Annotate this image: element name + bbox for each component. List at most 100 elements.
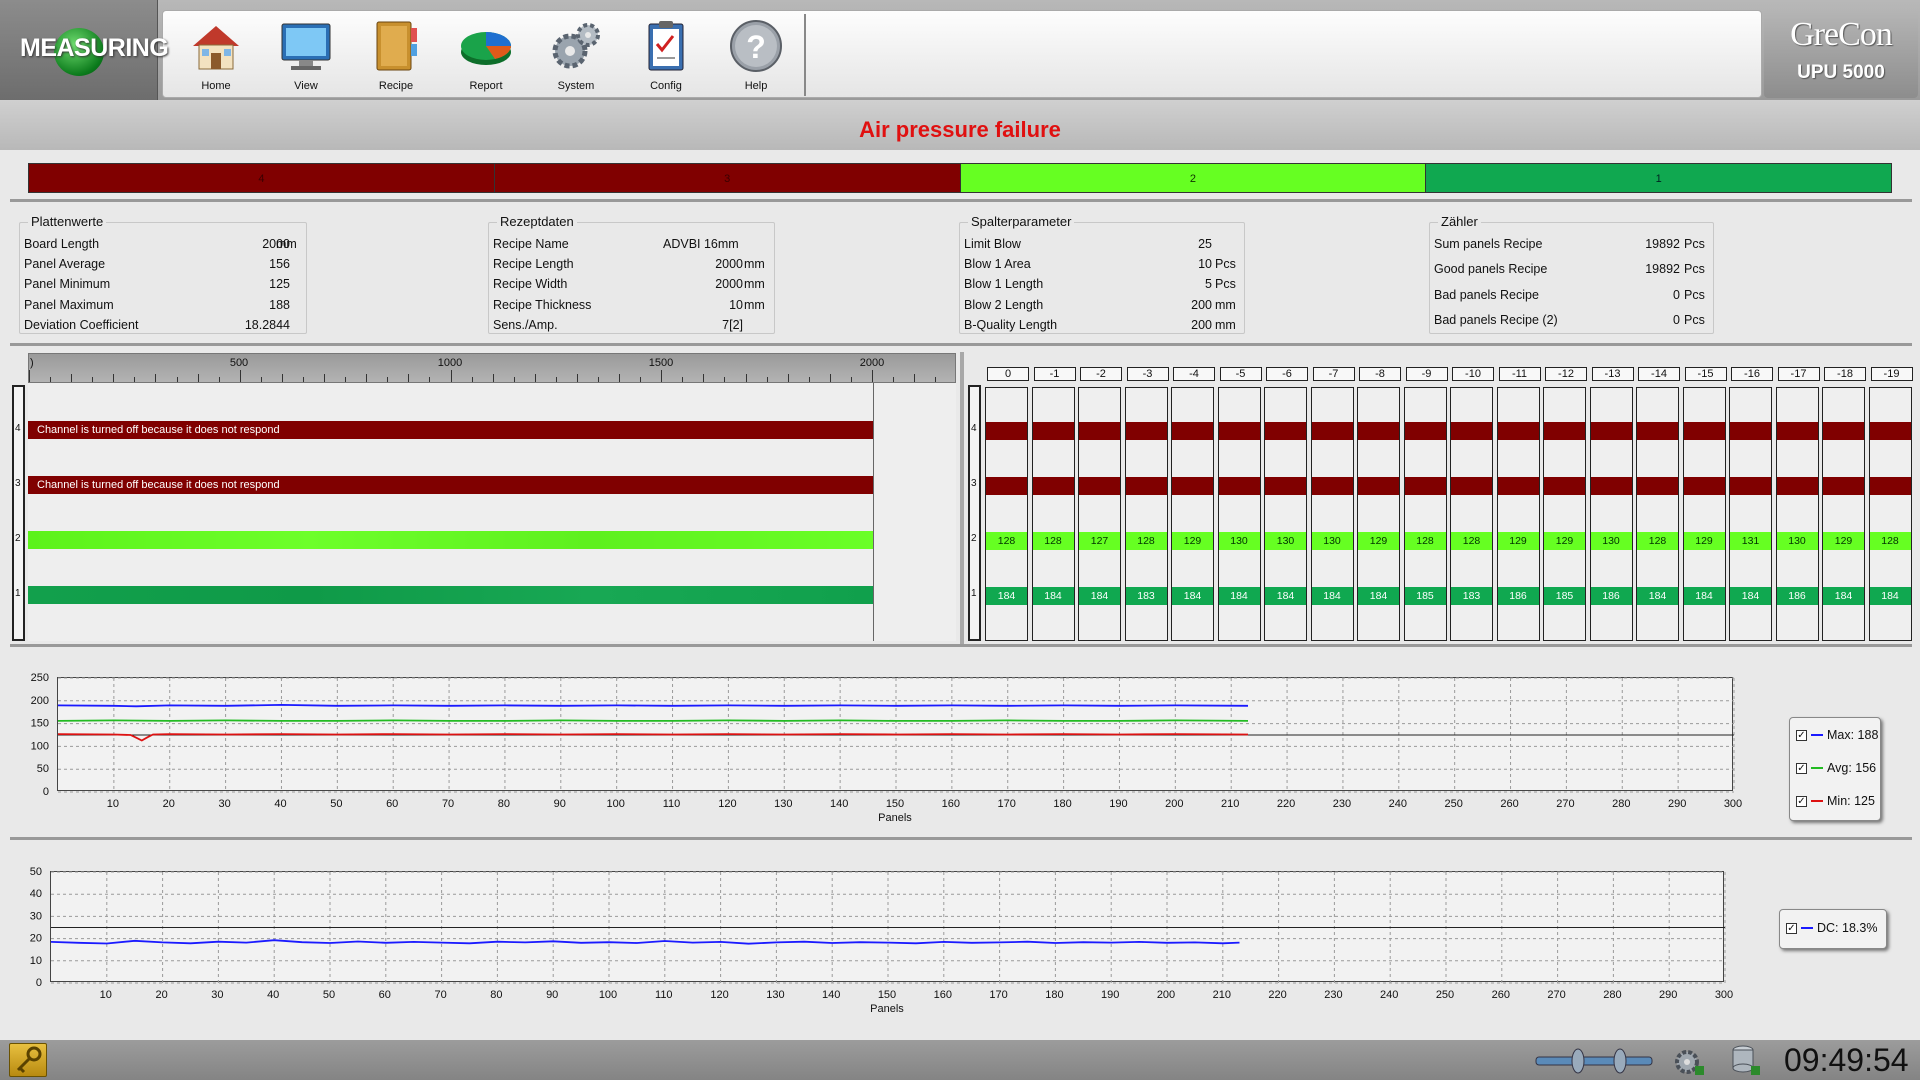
checkbox-icon[interactable]: ✓ [1786,922,1797,934]
history-cell: 183 [1125,587,1167,605]
home-button[interactable]: Home [175,14,257,94]
history-column[interactable]: 129 184 [1682,387,1726,641]
history-cell: 129 [1172,532,1213,550]
history-column[interactable]: 130 186 [1775,387,1819,641]
y-tick-label: 10 [30,955,42,967]
sensor-beam-icon [1535,1048,1653,1074]
history-cell [1637,422,1678,440]
x-tick-label: 130 [766,989,784,1001]
group-zaehler: Zähler Sum panels Recipe 19892 Pcs Good … [1429,214,1714,334]
history-cell: 129 [1823,532,1864,550]
history-column[interactable]: 129 184 [1822,387,1865,641]
report-button[interactable]: Report [445,14,527,94]
channel-2-bar[interactable] [28,531,873,549]
history-column[interactable]: 128 183 [1124,387,1168,641]
x-tick-label: 210 [1213,989,1231,1001]
channel-3-bar[interactable]: Channel is turned off because it does no… [28,476,873,494]
history-column[interactable]: 130 184 [1217,387,1261,641]
group-spalterparameter: Spalterparameter Limit Blow 25 Blow 1 Ar… [959,214,1245,334]
history-cell: 184 [1218,587,1260,605]
history-column[interactable]: 128 184 [985,387,1028,641]
login-key-button[interactable] [9,1043,47,1077]
history-cell: 183 [1451,587,1492,605]
channel-4-bar[interactable]: Channel is turned off because it does no… [28,421,873,439]
history-cell [1451,422,1492,440]
history-column[interactable]: 129 186 [1496,387,1540,641]
legend-item-dc[interactable]: ✓ DC: 18.3% [1786,921,1877,935]
row-value: 0 [1673,313,1680,327]
history-cell [1730,422,1771,440]
ruler-tick [29,370,30,382]
channel-segment-1[interactable]: 1 [1426,164,1891,192]
history-column[interactable]: 130 186 [1589,387,1633,641]
history-cell: 130 [1218,532,1260,550]
row-unit: Pcs [1215,277,1236,291]
history-cell [1358,477,1399,495]
system-button[interactable]: System [535,14,617,94]
history-cell: 184 [1730,587,1771,605]
row-value: 7[2] [722,318,743,332]
x-tick-label: 250 [1444,798,1462,810]
history-cell [1544,422,1585,440]
history-cell: 128 [986,532,1027,550]
history-column[interactable]: 127 184 [1078,387,1121,641]
x-tick-label: 160 [942,798,960,810]
history-column[interactable]: 129 185 [1543,387,1586,641]
row-label: Recipe Name [493,237,569,251]
legend-label: Min: 125 [1827,794,1875,808]
x-tick-label: 140 [830,798,848,810]
x-tick-label: 180 [1053,798,1071,810]
ruler-tick [281,374,283,382]
history-column[interactable]: 128 184 [1031,387,1075,641]
channel-1-bar[interactable] [28,586,873,604]
history-column-header: 0 [987,367,1029,381]
length-ruler: ) 500 1000 1500 2000 [28,353,956,383]
history-cell: 186 [1590,587,1632,605]
brand-logo: GreCon UPU 5000 [1764,10,1918,98]
history-cell: 130 [1776,532,1818,550]
row-unit: Pcs [1684,237,1705,251]
legend-item-min[interactable]: ✓ Min: 125 [1796,794,1875,808]
x-tick-label: 270 [1547,989,1565,1001]
help-button[interactable]: ? Help [715,14,797,94]
ruler-tick [935,377,937,382]
y-tick-label: 0 [36,977,42,989]
x-tick-label: 110 [655,989,673,1001]
legend-swatch [1811,800,1823,802]
deviation-trend-chart [50,871,1726,984]
legend-swatch [1801,927,1813,929]
history-column[interactable]: 128 185 [1403,387,1447,641]
view-button[interactable]: View [265,14,347,94]
ruler-tick [324,374,326,382]
history-column[interactable]: 131 184 [1729,387,1772,641]
legend-item-avg[interactable]: ✓ Avg: 156 [1796,761,1876,775]
row-label: Panel Maximum [24,298,114,312]
history-column[interactable]: 128 184 [1636,387,1679,641]
channel-segment-4[interactable]: 4 [29,164,495,192]
channel-segment-2[interactable]: 2 [960,164,1427,192]
config-button[interactable]: Config [625,14,707,94]
row-label: Recipe Length [493,257,574,271]
channel-segment-3[interactable]: 3 [494,164,961,192]
history-column[interactable]: 130 184 [1310,387,1354,641]
checkbox-icon[interactable]: ✓ [1796,729,1807,741]
history-column[interactable]: 128 183 [1450,387,1493,641]
x-tick-label: 290 [1668,798,1686,810]
checkbox-icon[interactable]: ✓ [1796,762,1807,774]
checkbox-icon[interactable]: ✓ [1796,795,1807,807]
help-label: Help [744,80,768,92]
recipe-button[interactable]: Recipe [355,14,437,94]
history-cell: 128 [1451,532,1492,550]
ruler-tick [197,374,199,382]
history-column[interactable]: 129 184 [1357,387,1400,641]
y-tick-label: 250 [31,672,49,684]
legend-item-max[interactable]: ✓ Max: 188 [1796,728,1878,742]
history-cell: 129 [1544,532,1585,550]
history-cell [1497,477,1539,495]
history-column[interactable]: 128 184 [1868,387,1912,641]
history-column[interactable]: 129 184 [1171,387,1214,641]
history-column-header: -18 [1824,367,1866,381]
history-cell [1311,422,1353,440]
history-column[interactable]: 130 184 [1264,387,1307,641]
group-title: Plattenwerte [28,214,107,229]
